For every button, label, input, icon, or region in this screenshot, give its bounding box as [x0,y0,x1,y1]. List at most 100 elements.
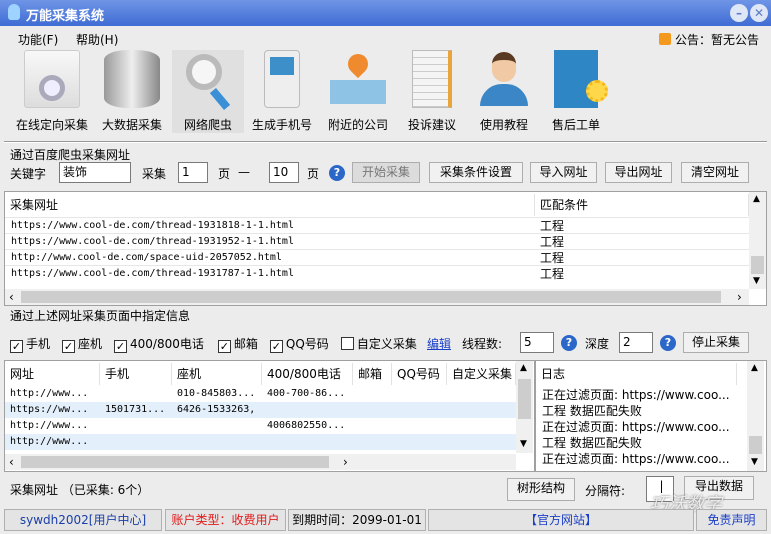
result-cell: 400-700-86... [267,388,346,399]
checkbox[interactable]: ✓ [269,340,283,353]
depth-label: 深度 [585,337,610,351]
result-cell: http://www... [10,388,89,399]
disclaimer-link[interactable]: 免责声明 [696,509,767,531]
col-header[interactable]: QQ号码 [392,363,447,385]
col-header-url[interactable]: 采集网址 [5,194,535,216]
minimize-button[interactable]: – [730,4,748,22]
depth-input[interactable]: 2 [619,332,653,353]
table-row[interactable]: https://ww... 1501731... 6426-1533263, [5,402,516,418]
col-header[interactable]: 座机 [172,363,262,385]
result-table: 网址 手机 座机 400/800电话 邮箱 QQ号码 自定义采集 http://www...… [4,360,535,472]
option-2[interactable]: ✓ 400/800电话 [114,337,204,353]
field-options: ✓ 手机 ✓ 座机 ✓ 400/800电话 ✓ 邮箱 ✓ QQ号码 自定义采集 [10,335,429,353]
close-button[interactable]: ✕ [750,4,768,22]
document-search-icon [24,50,80,108]
keyword-input[interactable]: 装饰 [59,162,131,183]
tool-tutorial[interactable]: 使用教程 [468,50,540,133]
tree-structure-button[interactable]: 树形结构 [507,478,575,501]
tool-phone[interactable]: 生成手机号 [246,50,318,133]
help-icon[interactable]: ? [561,335,577,351]
official-site-link[interactable]: 【官方网站】 [428,509,694,531]
collected-status: 采集网址 （已采集: 6个） [10,483,150,497]
tool-online-collect[interactable]: 在线定向采集 [16,50,88,133]
help-icon[interactable]: ? [329,165,345,181]
table-row[interactable]: http://www... 010-845803... 400-700-86... [5,386,516,402]
user-center-link[interactable]: sywdh2002[用户中心] [4,509,162,531]
result-cell: 010-845803... [177,388,256,399]
tool-label: 在线定向采集 [16,118,89,132]
stop-collect-button[interactable]: 停止采集 [683,332,749,353]
checkbox[interactable] [340,337,354,350]
tool-nearby[interactable]: 附近的公司 [322,49,394,133]
col-header[interactable]: 400/800电话 [262,363,353,385]
log-line: 正在过滤页面: https://www.coo... [542,420,730,434]
expire-date: 到期时间：2099-01-01 [288,509,426,531]
import-url-button[interactable]: 导入网址 [530,162,597,183]
collect-label: 采集 [142,167,167,181]
url-cell: https://www.cool-de.com/thread-1931818-1… [11,220,294,231]
page-to-input[interactable]: 10 [269,162,299,183]
page-from-input[interactable]: 1 [178,162,208,183]
table-row[interactable]: https://www.cool-de.com/thread-1931818-1… [5,217,749,233]
menu-help[interactable]: 帮助(H) [76,31,118,48]
tool-bigdata[interactable]: 大数据采集 [96,50,168,133]
mobile-phone-icon [264,50,300,108]
vertical-scrollbar[interactable]: ▲ ▼ [749,192,766,289]
conditions-button[interactable]: 采集条件设置 [429,162,523,183]
horizontal-scrollbar[interactable]: ‹ › [5,289,749,305]
col-header[interactable]: 手机 [100,363,172,385]
checkbox[interactable]: ✓ [10,340,23,353]
table-row[interactable]: http://www... [5,434,516,450]
threads-input[interactable]: 5 [520,332,554,353]
table-row[interactable]: https://www.cool-de.com/thread-1931787-1… [5,265,749,281]
match-cell: 工程 [540,251,565,265]
col-header-match[interactable]: 匹配条件 [535,194,749,216]
horizontal-scrollbar[interactable]: ‹ › [5,454,516,470]
start-collect-button[interactable]: 开始采集 [352,162,420,183]
edit-link[interactable]: 编辑 [427,335,451,352]
checkbox[interactable]: ✓ [62,340,76,353]
menu-function[interactable]: 功能(F) [18,31,58,48]
tool-feedback[interactable]: 投诉建议 [396,50,468,133]
col-header[interactable]: 自定义采集 [447,363,516,385]
vertical-scrollbar[interactable]: ▲ ▼ [747,361,764,471]
table-row[interactable]: http://www... 4006802550... [5,418,516,434]
match-cell: 工程 [540,235,565,249]
app-logo-icon [8,4,20,20]
checkbox[interactable]: ✓ [114,340,128,353]
keyword-label: 关键字 [10,167,47,181]
tool-crawler[interactable]: 网络爬虫 [172,50,244,133]
option-3[interactable]: ✓ 邮箱 [217,337,258,353]
match-cell: 工程 [540,219,565,233]
vertical-scrollbar[interactable]: ▲ ▼ [516,361,533,453]
checkbox[interactable]: ✓ [217,340,231,353]
title-bar: 万能采集系统 – ✕ [0,0,771,26]
table-row[interactable]: https://www.cool-de.com/thread-1931952-1… [5,233,749,249]
separator-label: 分隔符: [585,484,626,498]
option-4[interactable]: ✓ QQ号码 [269,337,329,353]
log-line: 正在过滤页面: https://www.coo... [542,452,730,466]
option-0[interactable]: ✓ 手机 [10,337,51,353]
page-label: 页 [218,167,231,181]
clear-url-button[interactable]: 清空网址 [681,162,749,183]
option-label: 自定义采集 [356,337,417,351]
notice: 公告：暂无公告 [658,31,759,48]
result-cell: http://www... [10,436,89,447]
notebook-icon [412,50,452,108]
log-line: 正在过滤页面: https://www.coo... [542,388,730,402]
option-5[interactable]: 自定义采集 [340,337,417,351]
ticket-gear-icon [554,50,608,108]
result-cell: 1501731... [105,404,166,415]
window-title: 万能采集系统 [26,9,105,24]
tool-label: 售后工单 [551,118,600,132]
url-table: 采集网址 匹配条件 https://www.cool-de.com/thread… [4,191,767,306]
table-row[interactable]: http://www.cool-de.com/space-uid-2057052… [5,249,749,265]
option-label: 手机 [26,337,51,351]
tool-aftersales[interactable]: 售后工单 [540,50,612,133]
export-url-button[interactable]: 导出网址 [605,162,672,183]
col-header[interactable]: 网址 [5,363,100,385]
col-header[interactable]: 邮箱 [353,363,392,385]
help-icon[interactable]: ? [660,335,676,351]
option-1[interactable]: ✓ 座机 [62,337,102,353]
log-line: 工程 数据匹配失败 [542,436,642,450]
